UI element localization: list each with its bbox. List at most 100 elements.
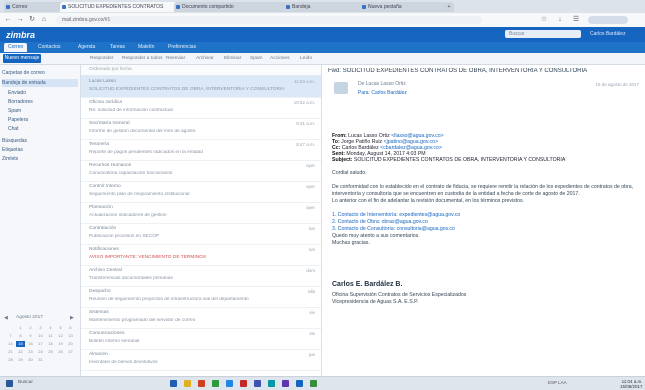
system-tray[interactable]: ESP LAA xyxy=(548,380,567,385)
tab-contacts[interactable]: Contactos xyxy=(34,43,65,52)
profile-avatar[interactable] xyxy=(588,16,628,24)
calendar-day[interactable]: 2 xyxy=(26,325,35,331)
calendar-day[interactable]: 14 xyxy=(6,341,15,347)
calendar-day[interactable]: 21 xyxy=(6,349,15,355)
body-line[interactable]: 3. Contacto de Consultoría: consultoria@… xyxy=(332,226,642,232)
spam-button[interactable]: Spam xyxy=(250,55,263,62)
reply-all-button[interactable]: Responder a todos xyxy=(122,55,163,62)
calendar-day[interactable]: 20 xyxy=(66,341,75,347)
prev-month-icon[interactable]: ◀ xyxy=(4,315,8,321)
calendar-day[interactable]: 19 xyxy=(56,341,65,347)
next-month-icon[interactable]: ▶ xyxy=(70,315,74,321)
calendar-day[interactable]: 25 xyxy=(46,349,55,355)
message-row[interactable]: Secretaría General 9:31 a.m. Informe de ge… xyxy=(81,118,321,140)
browser-tab-5[interactable]: Nueva pestaña xyxy=(360,2,448,12)
message-row[interactable]: Recursos Humanos ayer Convocatoria capacit… xyxy=(81,160,321,182)
folder-trash[interactable]: Papelera xyxy=(2,116,84,124)
read-button[interactable]: Leído xyxy=(300,55,312,62)
calendar-day[interactable]: 16 xyxy=(26,341,35,347)
body-line[interactable]: 1. Contacto de Interventoría: expediente… xyxy=(332,212,642,218)
calendar-day[interactable]: 22 xyxy=(16,349,25,355)
body-line[interactable]: 2. Contacto de Obra: obras@agua.gov.co xyxy=(332,219,642,225)
calendar-day[interactable]: 24 xyxy=(36,349,45,355)
search-input[interactable]: Buscar xyxy=(505,30,581,38)
calendar-day[interactable]: 26 xyxy=(56,349,65,355)
taskbar-app-icon[interactable] xyxy=(170,380,177,387)
actions-button[interactable]: Acciones xyxy=(270,55,289,62)
calendar-day[interactable]: 4 xyxy=(46,325,55,331)
calendar-day[interactable]: 12 xyxy=(56,333,65,339)
reply-button[interactable]: Responder xyxy=(90,55,113,62)
forward-button[interactable]: Reenviar xyxy=(166,55,185,62)
browser-tab-3[interactable]: Documento compartido xyxy=(174,2,288,12)
calendar-day[interactable]: 17 xyxy=(36,341,45,347)
folder-searches[interactable]: Búsquedas xyxy=(2,137,78,145)
taskbar-app-icon[interactable] xyxy=(296,380,303,387)
message-row[interactable]: Oficina Jurídica 10:52 a.m. Re: solicitud … xyxy=(81,97,321,119)
folder-chat[interactable]: Chat xyxy=(2,125,84,133)
folder-inbox[interactable]: Bandeja de entrada xyxy=(2,79,78,87)
folder-drafts[interactable]: Borradores xyxy=(2,98,84,106)
message-row[interactable]: Lucas Lasso 11:04 a.m. SOLICITUD EXPEDIENT… xyxy=(81,76,321,98)
browser-tab-4[interactable]: Bandeja xyxy=(284,2,364,12)
calendar-day[interactable]: 18 xyxy=(46,341,55,347)
taskbar-app-icon[interactable] xyxy=(198,380,205,387)
tab-calendar[interactable]: Agenda xyxy=(74,43,99,52)
message-to[interactable]: Para: Carlos Bardález xyxy=(358,90,407,96)
message-row[interactable]: Despacho sáb Reunión de seguimiento proyec… xyxy=(81,286,321,308)
archive-button[interactable]: Archivar xyxy=(196,55,214,62)
taskbar-app-icon[interactable] xyxy=(226,380,233,387)
taskbar-app-icon[interactable] xyxy=(212,380,219,387)
message-from[interactable]: De Lucas Lasso Ortiz xyxy=(358,81,406,87)
calendar-day[interactable]: 11 xyxy=(46,333,55,339)
tab-tasks[interactable]: Tareas xyxy=(106,43,129,52)
star-icon[interactable]: ☆ xyxy=(540,16,548,24)
tab-briefcase[interactable]: Maletín xyxy=(134,43,158,52)
calendar-day[interactable]: 9 xyxy=(26,333,35,339)
folder-sent[interactable]: Enviado xyxy=(2,89,84,97)
browser-tab-2[interactable]: SOLICITUD EXPEDIENTES CONTRATOS xyxy=(60,2,178,12)
new-tab-plus-icon[interactable]: + xyxy=(444,2,454,12)
user-menu[interactable]: Carlos Bardález xyxy=(590,31,626,37)
tab-mail[interactable]: Correo xyxy=(4,43,28,52)
message-row[interactable]: Planeación ayer Actualización indicadores … xyxy=(81,202,321,224)
extensions-icon[interactable]: ☰ xyxy=(572,16,580,24)
taskbar-app-icon[interactable] xyxy=(310,380,317,387)
windows-start-icon[interactable] xyxy=(6,380,13,387)
url-input[interactable]: mail.zimbra.gov.co/#1 xyxy=(56,16,482,24)
calendar-day[interactable]: 6 xyxy=(66,325,75,331)
folder-tags[interactable]: Etiquetas xyxy=(2,146,78,154)
calendar-day[interactable]: 28 xyxy=(6,357,15,363)
calendar-day[interactable]: 30 xyxy=(26,357,35,363)
calendar-day[interactable]: 15 xyxy=(16,341,25,347)
message-row[interactable]: Contratación lun Publicación procesos en S… xyxy=(81,223,321,245)
calendar-day[interactable]: 27 xyxy=(66,349,75,355)
calendar-day[interactable]: 31 xyxy=(36,357,45,363)
message-row[interactable]: Sistemas vie Mantenimiento programado del … xyxy=(81,307,321,329)
message-row[interactable]: Control Interno ayer Seguimiento plan de m… xyxy=(81,181,321,203)
taskbar-search[interactable]: Buscar xyxy=(18,380,33,385)
delete-button[interactable]: Eliminar xyxy=(224,55,241,62)
taskbar-app-icon[interactable] xyxy=(282,380,289,387)
taskbar-app-icon[interactable] xyxy=(240,380,247,387)
message-row[interactable]: Tesorería 8:47 a.m. Reporte de pagos pendi… xyxy=(81,139,321,161)
browser-tab-1[interactable]: Correo xyxy=(4,2,64,12)
message-row[interactable]: Comunicaciones vie Boletín interno semanal xyxy=(81,328,321,350)
folder-spam[interactable]: Spam xyxy=(2,107,84,115)
calendar-day[interactable]: 3 xyxy=(36,325,45,331)
folder-header[interactable]: Carpetas de correo xyxy=(2,69,78,77)
message-row[interactable]: Archivo Central dom Transferencias documen… xyxy=(81,265,321,287)
new-message-button[interactable]: Nuevo mensaje xyxy=(3,54,41,63)
message-row[interactable]: Notificaciones lun AVISO IMPORTANTE: VENCI… xyxy=(81,244,321,266)
reload-icon[interactable]: ↻ xyxy=(28,16,36,24)
calendar-day[interactable]: 29 xyxy=(16,357,25,363)
calendar-day[interactable]: 5 xyxy=(56,325,65,331)
taskbar-app-icon[interactable] xyxy=(254,380,261,387)
taskbar-app-icon[interactable] xyxy=(184,380,191,387)
calendar-day[interactable]: 13 xyxy=(66,333,75,339)
message-row[interactable]: Almacén jue Inventario de bienes devolutiv… xyxy=(81,349,321,371)
forward-arrow-icon[interactable]: → xyxy=(16,16,24,24)
calendar-day[interactable]: 1 xyxy=(16,325,25,331)
calendar-day[interactable]: 23 xyxy=(26,349,35,355)
calendar-day[interactable]: 10 xyxy=(36,333,45,339)
